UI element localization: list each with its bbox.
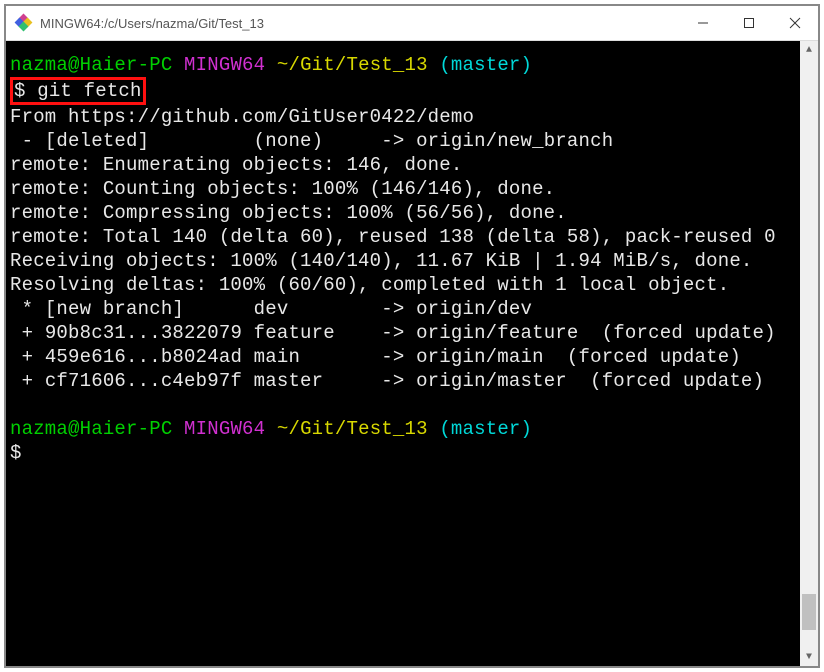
maximize-button[interactable] xyxy=(726,6,772,41)
prompt-branch: (master) xyxy=(439,54,532,76)
output-line: Receiving objects: 100% (140/140), 11.67… xyxy=(10,250,753,272)
close-button[interactable] xyxy=(772,6,818,41)
prompt-dollar: $ xyxy=(10,442,22,464)
highlighted-command: $ git fetch xyxy=(10,77,146,105)
prompt-branch: (master) xyxy=(439,418,532,440)
output-line: From https://github.com/GitUser0422/demo xyxy=(10,106,474,128)
output-line: remote: Compressing objects: 100% (56/56… xyxy=(10,202,567,224)
output-line: + cf71606...c4eb97f master -> origin/mas… xyxy=(10,370,764,392)
scrollbar-thumb[interactable] xyxy=(802,594,816,630)
scrollbar[interactable]: ▲ ▼ xyxy=(800,41,818,666)
output-line: Resolving deltas: 100% (60/60), complete… xyxy=(10,274,729,296)
output-line: remote: Enumerating objects: 146, done. xyxy=(10,154,462,176)
output-line: remote: Counting objects: 100% (146/146)… xyxy=(10,178,555,200)
mingw-diamond-icon xyxy=(16,15,32,31)
output-line: * [new branch] dev -> origin/dev xyxy=(10,298,532,320)
minimize-button[interactable] xyxy=(680,6,726,41)
minimize-icon xyxy=(697,17,709,29)
prompt-path: ~/Git/Test_13 xyxy=(277,418,428,440)
command-text: git fetch xyxy=(37,80,141,102)
output-line: - [deleted] (none) -> origin/new_branch xyxy=(10,130,613,152)
prompt-env: MINGW64 xyxy=(184,54,265,76)
prompt-env: MINGW64 xyxy=(184,418,265,440)
prompt-user: nazma@Haier-PC xyxy=(10,418,172,440)
window-title: MINGW64:/c/Users/nazma/Git/Test_13 xyxy=(40,16,680,31)
chevron-up-icon[interactable]: ▲ xyxy=(800,41,818,59)
output-line: + 459e616...b8024ad main -> origin/main … xyxy=(10,346,741,368)
window-frame: MINGW64:/c/Users/nazma/Git/Test_13 nazma… xyxy=(4,4,820,668)
output-line: remote: Total 140 (delta 60), reused 138… xyxy=(10,226,776,248)
prompt-path: ~/Git/Test_13 xyxy=(277,54,428,76)
window-controls xyxy=(680,6,818,41)
prompt-dollar: $ xyxy=(14,80,26,102)
prompt-user: nazma@Haier-PC xyxy=(10,54,172,76)
maximize-icon xyxy=(743,17,755,29)
close-icon xyxy=(789,17,801,29)
output-line: + 90b8c31...3822079 feature -> origin/fe… xyxy=(10,322,776,344)
terminal-wrap: nazma@Haier-PC MINGW64 ~/Git/Test_13 (ma… xyxy=(6,41,818,666)
chevron-down-icon[interactable]: ▼ xyxy=(800,648,818,666)
title-bar[interactable]: MINGW64:/c/Users/nazma/Git/Test_13 xyxy=(6,6,818,41)
terminal[interactable]: nazma@Haier-PC MINGW64 ~/Git/Test_13 (ma… xyxy=(6,41,800,666)
